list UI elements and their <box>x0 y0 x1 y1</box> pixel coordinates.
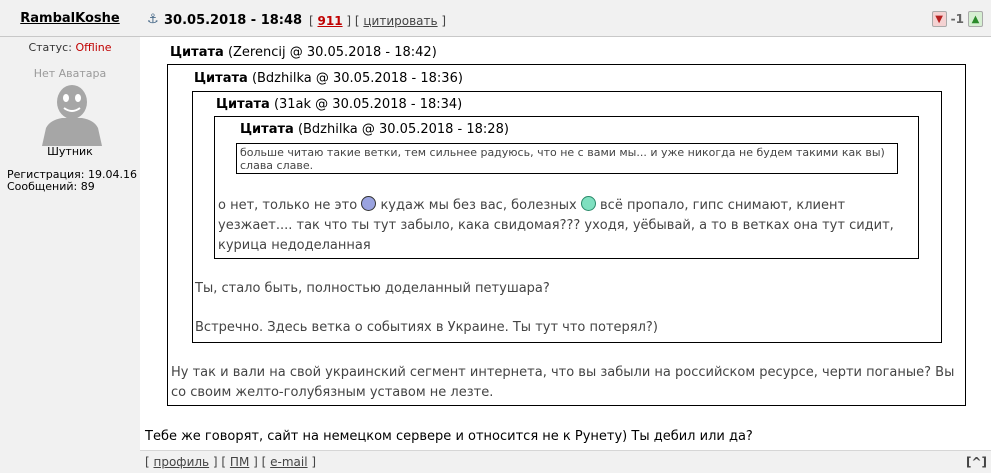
quote-link[interactable]: цитировать <box>363 14 437 28</box>
quote-3-label: Цитата <box>216 97 270 112</box>
anchor-icon[interactable]: ⚓ <box>147 12 159 27</box>
post-number-link[interactable]: 911 <box>318 14 343 28</box>
quote-3-box: Цитата (Bdzhilka @ 30.05.2018 - 18:28) б… <box>214 116 919 259</box>
quote-1-meta: (Zerencij @ 30.05.2018 - 18:42) <box>227 45 437 60</box>
post-header-bar: ⚓ 30.05.2018 - 18:48 [ 911 ] [ цитироват… <box>140 0 991 37</box>
reply-text: Тебе же говорят, сайт на немецком сервер… <box>145 429 753 444</box>
quote-3-header: Цитата (31ak @ 30.05.2018 - 18:34) <box>216 97 462 112</box>
quote-1-label: Цитата <box>170 45 224 60</box>
scroll-top-link[interactable]: [^] <box>966 455 987 469</box>
profile-link[interactable]: профиль <box>154 455 210 469</box>
author-meta: Регистрация: 19.04.16 Сообщений: 89 <box>7 169 137 193</box>
quote-2-label: Цитата <box>194 71 248 86</box>
quote-1-text: Ну так и вали на свой украинский сегмент… <box>171 365 955 400</box>
quote-2-box: Цитата (31ak @ 30.05.2018 - 18:34) Цитат… <box>192 91 942 343</box>
status-value: Offline <box>75 41 112 54</box>
quote-4-label: Цитата <box>240 122 294 137</box>
quote-2-meta: (Bdzhilka @ 30.05.2018 - 18:36) <box>251 71 463 86</box>
sad-smiley-icon <box>361 196 377 211</box>
pm-link[interactable]: ПМ <box>230 455 249 469</box>
status-label: Статус: <box>28 41 72 54</box>
quote-3-text: о нет, только не это кудаж мы без вас, б… <box>218 196 908 256</box>
author-username-link[interactable]: RambalKoshe <box>20 11 119 26</box>
author-sidebar: RambalKoshe Статус: Offline Нет Аватара … <box>0 0 140 473</box>
quote-4-box: больше читаю такие ветки, тем сильнее ра… <box>236 143 898 174</box>
avatar-placeholder-text: Нет Аватара <box>33 67 107 80</box>
author-status: Статус: Offline <box>0 41 140 54</box>
vote-controls: ▼ -1 ▲ <box>931 11 983 27</box>
quote-4-text: больше читаю такие ветки, тем сильнее ра… <box>240 146 885 172</box>
post-datetime: 30.05.2018 - 18:48 <box>164 13 303 28</box>
author-header: RambalKoshe <box>0 0 140 37</box>
footer-links: [ профиль ] [ ПМ ] [ e-mail ] <box>145 455 317 469</box>
email-link[interactable]: e-mail <box>270 455 307 469</box>
quote-4-meta: (Bdzhilka @ 30.05.2018 - 18:28) <box>297 122 509 137</box>
quote-1-header: Цитата (Zerencij @ 30.05.2018 - 18:42) <box>170 45 437 60</box>
quote-3-meta: (31ak @ 30.05.2018 - 18:34) <box>273 97 463 112</box>
default-avatar-icon <box>42 85 102 146</box>
quote-2-text-2: Встречно. Здесь ветка о событиях в Украи… <box>195 320 658 335</box>
rating-value: -1 <box>950 12 964 26</box>
thumbs-down-icon[interactable]: ▼ <box>931 11 947 27</box>
post-links: [ 911 ] [ цитировать ] <box>309 14 447 28</box>
author-rank: Шутник <box>47 145 93 158</box>
post-footer-bar: [ профиль ] [ ПМ ] [ e-mail ] [^] <box>140 450 991 473</box>
author-post-count: Сообщений: 89 <box>7 180 95 193</box>
post-content: Цитата (Zerencij @ 30.05.2018 - 18:42) Ц… <box>140 38 991 450</box>
thumbs-up-icon[interactable]: ▲ <box>968 11 983 27</box>
quote-3-text-b: кудаж мы без вас, болезных <box>380 198 577 213</box>
quote-4-header: Цитата (Bdzhilka @ 30.05.2018 - 18:28) <box>240 122 509 137</box>
quote-3-text-a: о нет, только не это <box>218 198 358 213</box>
quote-2-text-1: Ты, стало быть, полностью доделанный пет… <box>195 281 550 296</box>
green-smiley-icon <box>580 196 596 211</box>
quote-1-box: Цитата (Bdzhilka @ 30.05.2018 - 18:36) Ц… <box>167 64 966 406</box>
quote-2-header: Цитата (Bdzhilka @ 30.05.2018 - 18:36) <box>194 71 463 86</box>
